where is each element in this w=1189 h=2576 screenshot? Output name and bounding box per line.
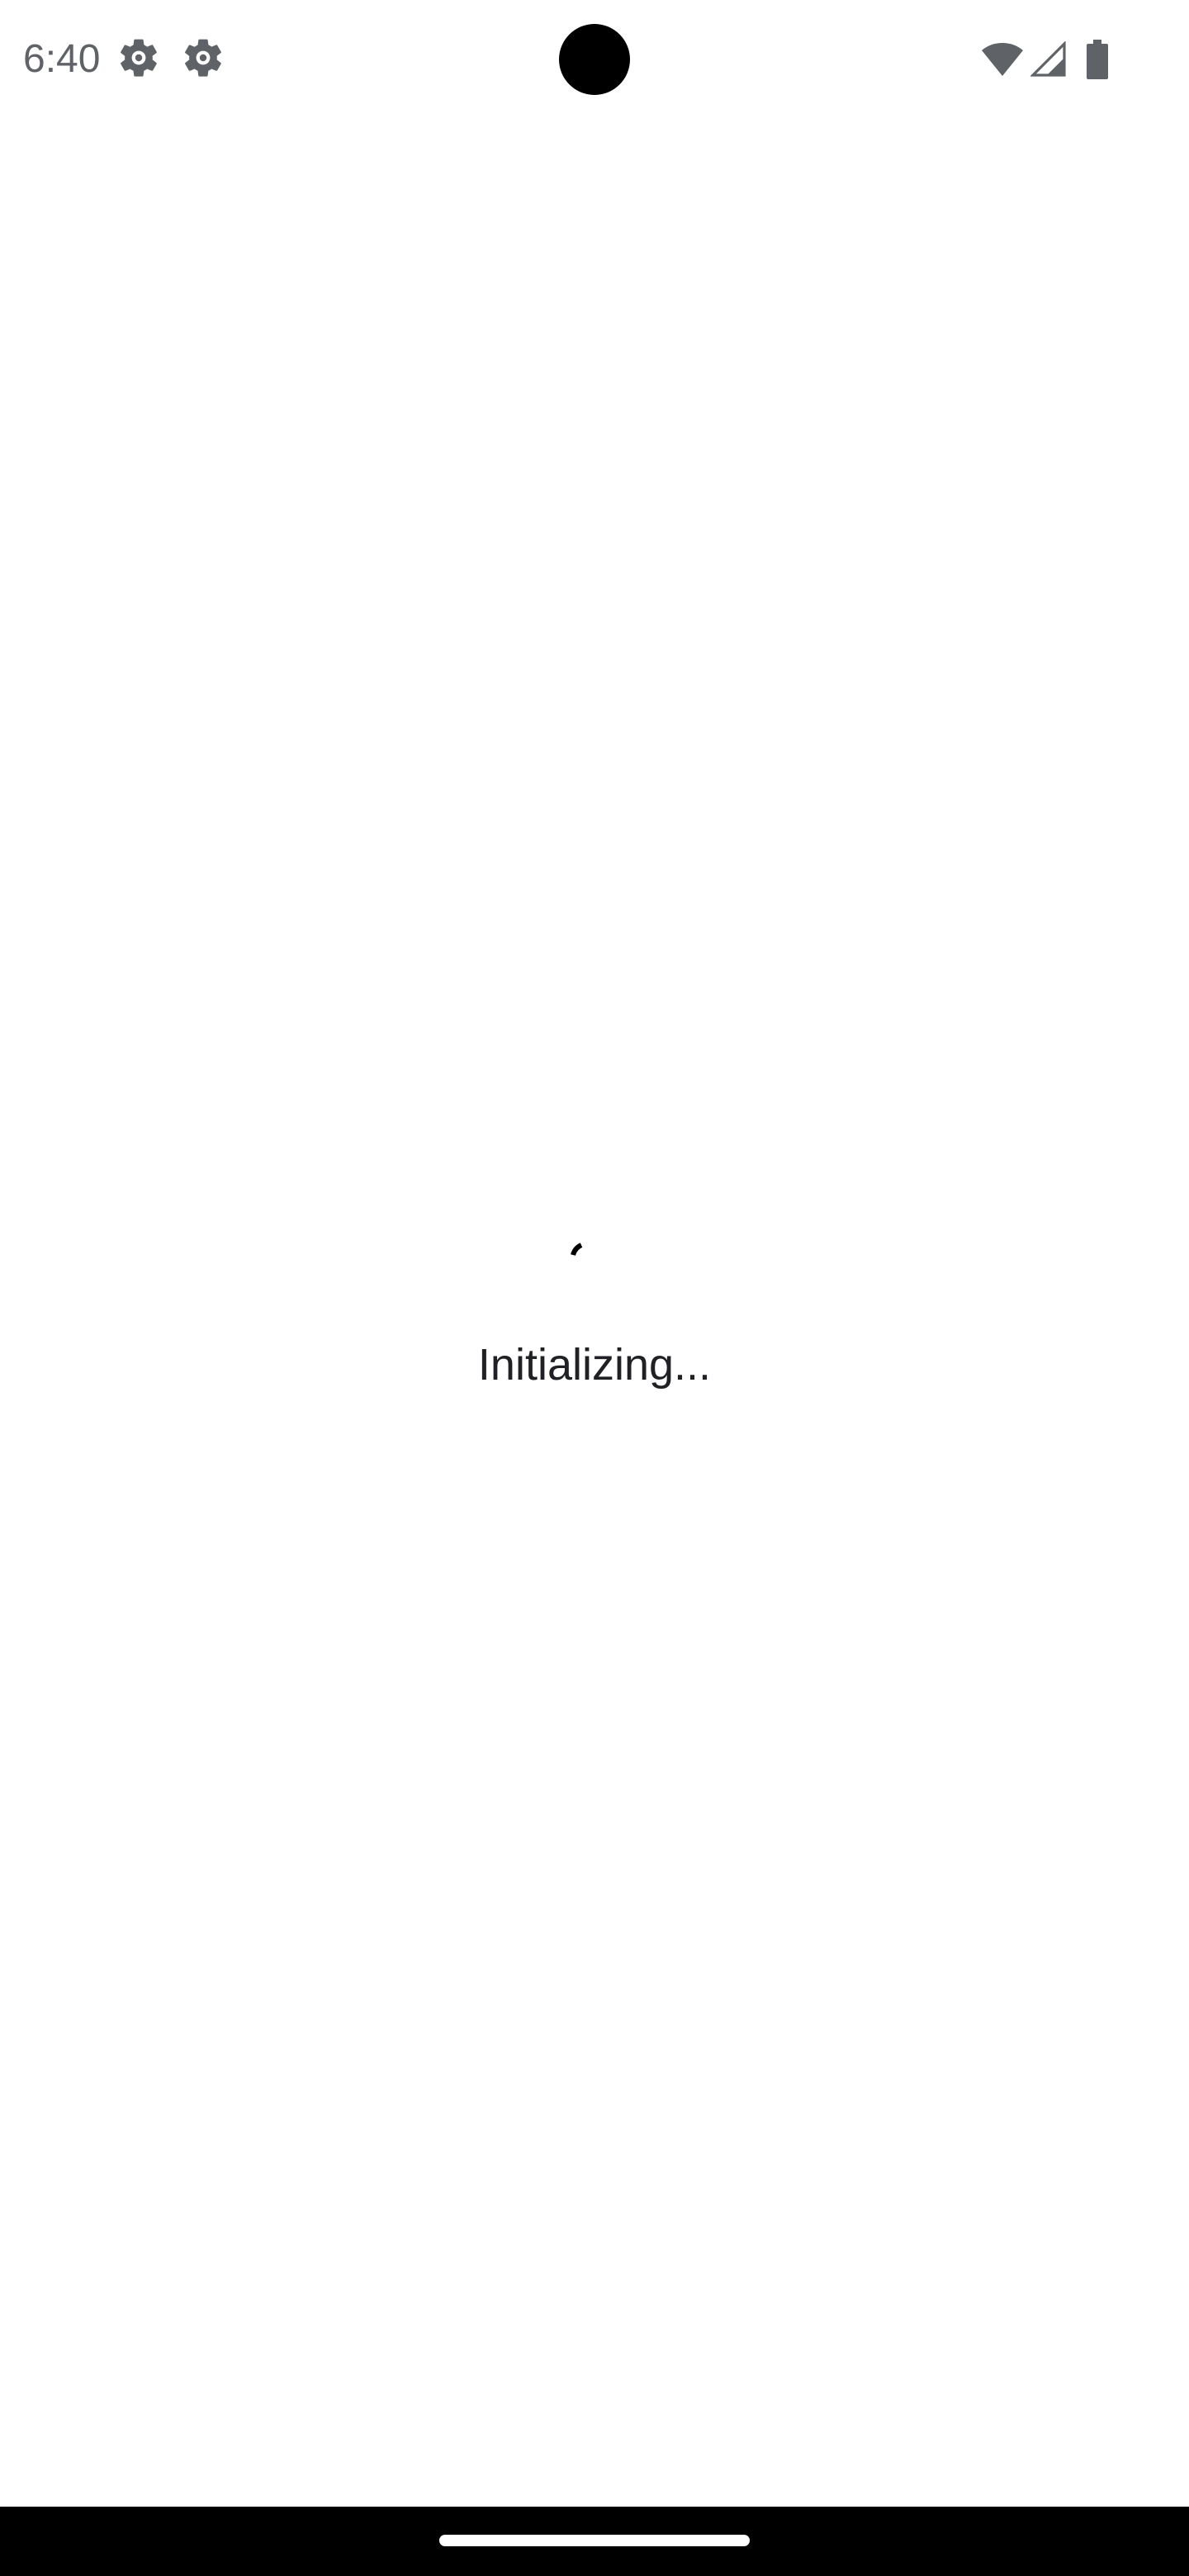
camera-cutout bbox=[559, 24, 630, 95]
gear-icon bbox=[121, 39, 157, 77]
home-gesture-handle[interactable] bbox=[439, 2535, 750, 2546]
loading-spinner-icon bbox=[571, 1243, 583, 1256]
status-time: 6:40 bbox=[23, 37, 101, 81]
cellular-signal-icon bbox=[1030, 41, 1066, 77]
loading-status-text: Initializing... bbox=[477, 1340, 712, 1390]
gear-icon bbox=[185, 39, 221, 77]
wifi-icon bbox=[982, 43, 1023, 76]
battery-icon bbox=[1087, 40, 1108, 79]
status-bar: 6:40 bbox=[0, 0, 1189, 121]
app-screen: 6:40 Initializing... bbox=[0, 0, 1189, 2576]
